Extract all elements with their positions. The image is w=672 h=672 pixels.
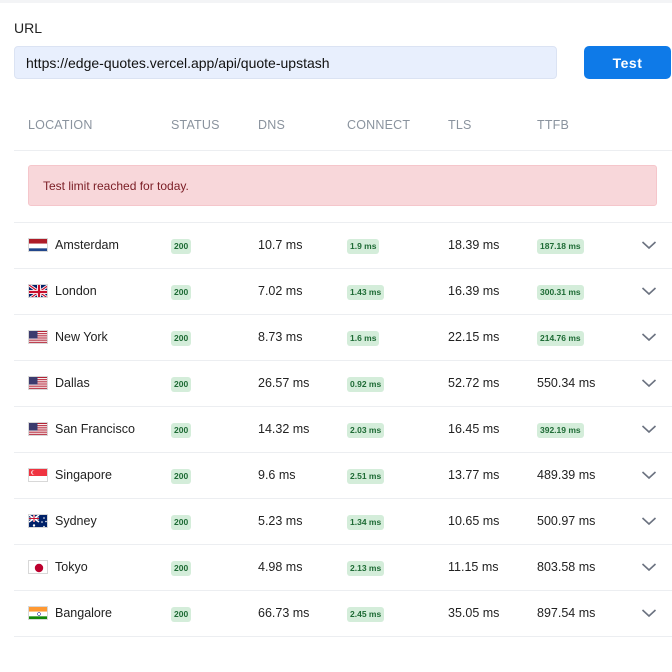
connect-badge: 1.6 ms (347, 331, 380, 346)
dns-value: 66.73 ms (258, 606, 310, 620)
ttfb-value: 500.97 ms (537, 514, 596, 528)
status-badge: 200 (171, 469, 192, 484)
location-label: Bangalore (55, 606, 112, 620)
table-row[interactable]: Tokyo 200 4.98 ms 2.13 ms 11.15 ms 803.58 ms (14, 545, 672, 591)
uk-flag-icon (28, 284, 48, 298)
ttfb-badge: 187.18 ms (537, 239, 584, 254)
alert-message: Test limit reached for today. (28, 165, 657, 206)
header-tls: TLS (448, 118, 472, 132)
dns-value: 14.32 ms (258, 422, 310, 436)
table-row[interactable]: Bangalore 200 66.73 ms 2.45 ms 35.05 ms 897.5… (14, 591, 672, 637)
chevron-down-icon[interactable] (641, 560, 657, 574)
status-badge: 200 (171, 239, 192, 254)
table-row[interactable]: Sydney 200 5.23 ms 1.34 ms 10.65 ms 500.97 ms (14, 499, 672, 545)
header-dns: DNS (258, 118, 285, 132)
connect-badge: 1.9 ms (347, 239, 380, 254)
location-label: Singapore (55, 468, 112, 482)
table-row[interactable]: Singapore 200 9.6 ms 2.51 ms 13.77 ms 489.39 … (14, 453, 672, 499)
chevron-down-icon[interactable] (641, 330, 657, 344)
table-row[interactable]: Amsterdam 200 10.7 ms 1.9 ms 18.39 ms 187.18 … (14, 223, 672, 269)
status-badge: 200 (171, 331, 192, 346)
us-flag-icon (28, 376, 48, 390)
dns-value: 4.98 ms (258, 560, 303, 574)
tls-value: 52.72 ms (448, 376, 500, 390)
table-row[interactable]: London 200 7.02 ms 1.43 ms 16.39 ms 300.31 ms (14, 269, 672, 315)
connect-badge: 1.34 ms (347, 515, 385, 530)
status-badge: 200 (171, 515, 192, 530)
table-row[interactable]: San Francisco 200 14.32 ms 2.03 ms 16.45 ms 3… (14, 407, 672, 453)
japan-flag-icon (28, 560, 48, 574)
ttfb-value: 550.34 ms (537, 376, 596, 390)
connect-badge: 2.13 ms (347, 561, 385, 576)
tls-value: 10.65 ms (448, 514, 500, 528)
status-badge: 200 (171, 423, 192, 438)
table-row[interactable]: New York 200 8.73 ms 1.6 ms 22.15 ms 214.76 m… (14, 315, 672, 361)
location-label: Amsterdam (55, 238, 119, 252)
singapore-flag-icon (28, 468, 48, 482)
location-label: London (55, 284, 97, 298)
status-badge: 200 (171, 607, 192, 622)
header-location: LOCATION (28, 118, 93, 132)
chevron-down-icon[interactable] (641, 284, 657, 298)
alert-row: Test limit reached for today. (14, 151, 672, 223)
connect-badge: 0.92 ms (347, 377, 385, 392)
tls-value: 16.39 ms (448, 284, 500, 298)
status-badge: 200 (171, 561, 192, 576)
location-label: Tokyo (55, 560, 88, 574)
tls-value: 22.15 ms (448, 330, 500, 344)
ttfb-badge: 214.76 ms (537, 331, 584, 346)
top-divider (0, 0, 672, 3)
chevron-down-icon[interactable] (641, 606, 657, 620)
url-input[interactable] (14, 46, 557, 79)
tls-value: 35.05 ms (448, 606, 500, 620)
us-flag-icon (28, 422, 48, 436)
header-status: STATUS (171, 118, 220, 132)
ttfb-badge: 392.19 ms (537, 423, 584, 438)
ttfb-value: 803.58 ms (537, 560, 596, 574)
australia-flag-icon (28, 514, 48, 528)
connect-badge: 2.45 ms (347, 607, 385, 622)
location-label: Dallas (55, 376, 90, 390)
url-label: URL (14, 20, 43, 36)
dns-value: 26.57 ms (258, 376, 310, 390)
ttfb-value: 897.54 ms (537, 606, 596, 620)
ttfb-value: 489.39 ms (537, 468, 596, 482)
header-connect: CONNECT (347, 118, 411, 132)
status-badge: 200 (171, 377, 192, 392)
location-label: Sydney (55, 514, 97, 528)
connect-badge: 2.51 ms (347, 469, 385, 484)
india-flag-icon (28, 606, 48, 620)
netherlands-flag-icon (28, 238, 48, 252)
connect-badge: 2.03 ms (347, 423, 385, 438)
status-badge: 200 (171, 285, 192, 300)
chevron-down-icon[interactable] (641, 514, 657, 528)
us-flag-icon (28, 330, 48, 344)
connect-badge: 1.43 ms (347, 285, 385, 300)
dns-value: 8.73 ms (258, 330, 303, 344)
dns-value: 7.02 ms (258, 284, 303, 298)
tls-value: 11.15 ms (448, 560, 499, 574)
test-button[interactable]: Test (584, 46, 671, 79)
dns-value: 9.6 ms (258, 468, 296, 482)
tls-value: 16.45 ms (448, 422, 500, 436)
chevron-down-icon[interactable] (641, 422, 657, 436)
chevron-down-icon[interactable] (641, 468, 657, 482)
chevron-down-icon[interactable] (641, 376, 657, 390)
dns-value: 5.23 ms (258, 514, 303, 528)
tls-value: 13.77 ms (448, 468, 500, 482)
table-row[interactable]: Dallas 200 26.57 ms 0.92 ms 52.72 ms 550.34 m… (14, 361, 672, 407)
chevron-down-icon[interactable] (641, 238, 657, 252)
ttfb-badge: 300.31 ms (537, 285, 584, 300)
table-header: LOCATION STATUS DNS CONNECT TLS TTFB (14, 100, 672, 151)
location-label: San Francisco (55, 422, 135, 436)
location-label: New York (55, 330, 108, 344)
header-ttfb: TTFB (537, 118, 570, 132)
dns-value: 10.7 ms (258, 238, 303, 252)
tls-value: 18.39 ms (448, 238, 500, 252)
